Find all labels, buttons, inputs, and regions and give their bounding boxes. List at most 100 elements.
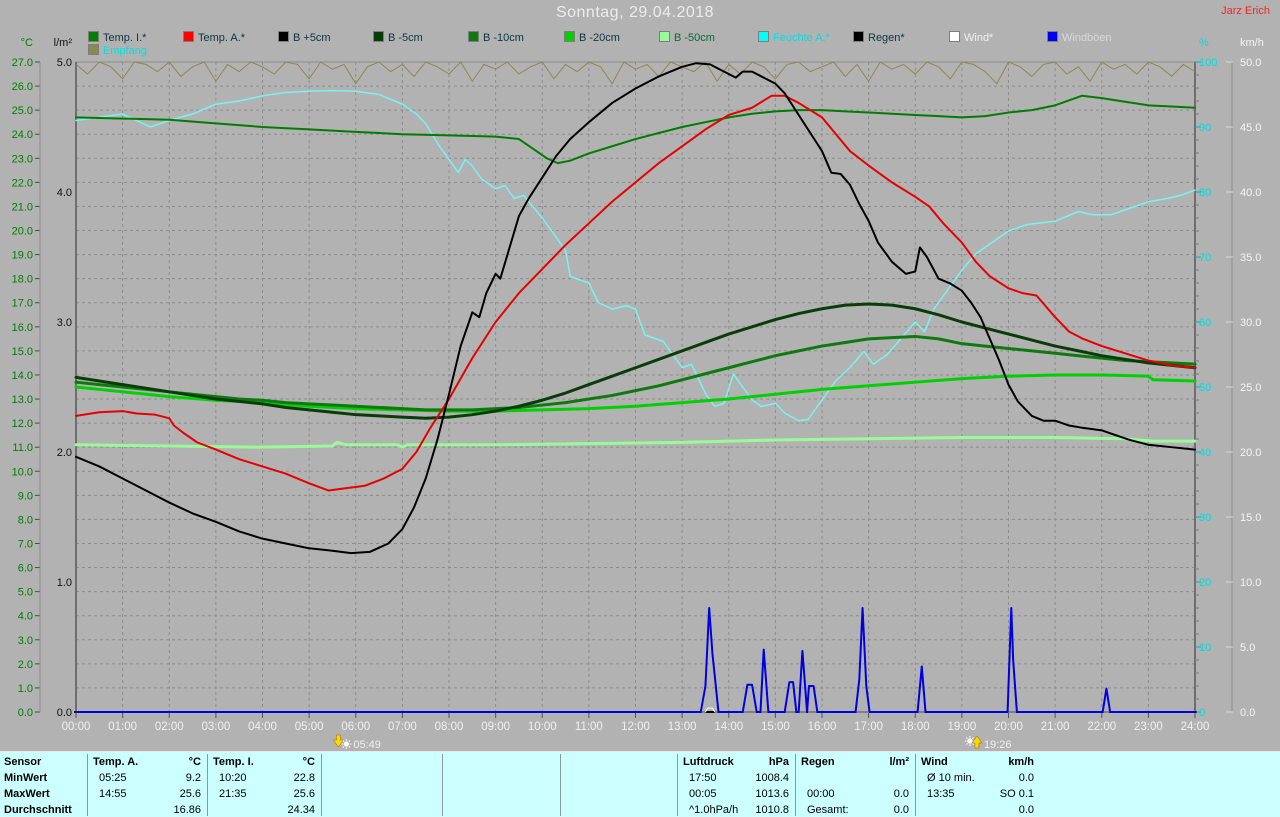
stats-column-separator [442,754,443,816]
pct-axis-tick-label: 90 [1199,122,1211,134]
temp-axis-tick-label: 14.0 [12,370,33,382]
time-axis-label: 09:00 [481,721,510,733]
stats-column-separator [795,754,796,816]
temp-axis-tick-label: 12.0 [12,418,33,430]
time-axis-label: 19:00 [947,721,976,733]
stats-column-separator [560,754,561,816]
kmh-axis-tick-label: 20.0 [1240,447,1261,459]
rain-axis-tick-label: 0.0 [57,707,72,719]
stats-col-unit: °C [213,754,315,770]
stats-value: 0.0 [801,802,909,817]
temp-axis-tick-label: 16.0 [12,322,33,334]
time-axis-label: 10:00 [528,721,557,733]
sun-icon [344,741,349,746]
time-axis-label: 03:00 [201,721,230,733]
stats-row-label: MaxWert [4,786,50,802]
temp-axis-tick-label: 5.0 [18,587,33,599]
temp-axis-tick-label: 3.0 [18,635,33,647]
sun-ray [966,743,967,744]
temp-axis-tick-label: 6.0 [18,563,33,575]
kmh-axis-tick-label: 0.0 [1240,707,1255,719]
stats-value: 0.0 [921,770,1034,786]
pct-axis-tick-label: 60 [1199,317,1211,329]
temp-axis-tick-label: 13.0 [12,394,33,406]
sunset-time-label: 19:26 [984,739,1012,751]
stats-col-unit: km/h [921,754,1034,770]
temp-axis-tick-label: 0.0 [18,707,33,719]
time-axis-label: 21:00 [1041,721,1070,733]
temp-axis-tick-label: 2.0 [18,659,33,671]
time-axis-label: 13:00 [668,721,697,733]
sun-ray [343,740,344,741]
stats-value: 1010.8 [683,802,789,817]
temp-axis-tick-label: 26.0 [12,81,33,93]
time-axis-label: 22:00 [1087,721,1116,733]
time-axis-label: 02:00 [155,721,184,733]
stats-value: 0.0 [801,786,909,802]
pct-axis-tick-label: 0 [1199,707,1205,719]
temp-axis-tick-label: 23.0 [12,153,33,165]
stats-table: SensorMinWertMaxWertDurchschnittTemp. A.… [0,751,1280,817]
pct-axis-tick-label: 80 [1199,187,1211,199]
sun-ray [343,746,344,747]
temp-axis-tick-label: 17.0 [12,298,33,310]
time-axis-label: 06:00 [341,721,370,733]
sunrise-time-label: 05:49 [353,739,381,751]
rain-axis-tick-label: 1.0 [57,577,72,589]
temp-axis-tick-label: 20.0 [12,226,33,238]
time-axis-label: 00:00 [62,721,91,733]
pct-axis-tick-label: 40 [1199,447,1211,459]
stats-column-separator [321,754,322,816]
time-axis-label: 01:00 [108,721,137,733]
stats-column-separator [87,754,88,816]
stats-column-separator [677,754,678,816]
stats-value: SO 0.1 [921,786,1034,802]
stats-row-label: Sensor [4,754,41,770]
time-axis-label: 15:00 [761,721,790,733]
time-axis-label: 07:00 [388,721,417,733]
temp-axis-tick-label: 9.0 [18,490,33,502]
stats-value: 24.34 [213,802,315,817]
sun-ray [349,746,350,747]
temp-axis-tick-label: 4.0 [18,611,33,623]
temp-axis-tick-label: 15.0 [12,346,33,358]
pct-axis-tick-label: 70 [1199,252,1211,264]
stats-value: 16.86 [93,802,201,817]
temp-axis-tick-label: 10.0 [12,466,33,478]
pct-axis-tick-label: 10 [1199,642,1211,654]
weather-station-screen: Sonntag, 29.04.2018 Jarz Erich Temp. I.*… [0,0,1280,817]
stats-value: 1008.4 [683,770,789,786]
rain-axis-tick-label: 4.0 [57,187,72,199]
rain-axis-tick-label: 5.0 [57,57,72,69]
temp-axis-tick-label: 22.0 [12,177,33,189]
stats-value: 22.8 [213,770,315,786]
temp-axis-tick-label: 7.0 [18,538,33,550]
kmh-axis-tick-label: 45.0 [1240,122,1261,134]
time-axis-label: 17:00 [854,721,883,733]
time-axis-label: 05:00 [295,721,324,733]
sun-icon [967,738,972,743]
temp-axis-tick-label: 18.0 [12,274,33,286]
time-axis-label: 20:00 [994,721,1023,733]
sun-ray [972,737,973,738]
kmh-axis-tick-label: 25.0 [1240,382,1261,394]
kmh-axis-tick-label: 5.0 [1240,642,1255,654]
temp-axis-tick-label: 1.0 [18,683,33,695]
time-axis-label: 24:00 [1181,721,1210,733]
sunrise-arrow-icon [333,735,343,747]
time-axis-label: 11:00 [575,721,603,733]
stats-row-label: Durchschnitt [4,802,72,817]
stats-value: 25.6 [213,786,315,802]
rain-axis-tick-label: 3.0 [57,317,72,329]
sun-ray [972,743,973,744]
time-axis-label: 18:00 [901,721,930,733]
time-axis-label: 12:00 [621,721,650,733]
stats-value: 1013.6 [683,786,789,802]
kmh-axis-tick-label: 40.0 [1240,187,1261,199]
temp-axis-tick-label: 27.0 [12,57,33,69]
temp-axis-tick-label: 8.0 [18,514,33,526]
kmh-axis-tick-label: 15.0 [1240,512,1261,524]
pct-axis-tick-label: 30 [1199,512,1211,524]
temp-axis-tick-label: 19.0 [12,250,33,262]
pct-axis-tick-label: 50 [1199,382,1211,394]
